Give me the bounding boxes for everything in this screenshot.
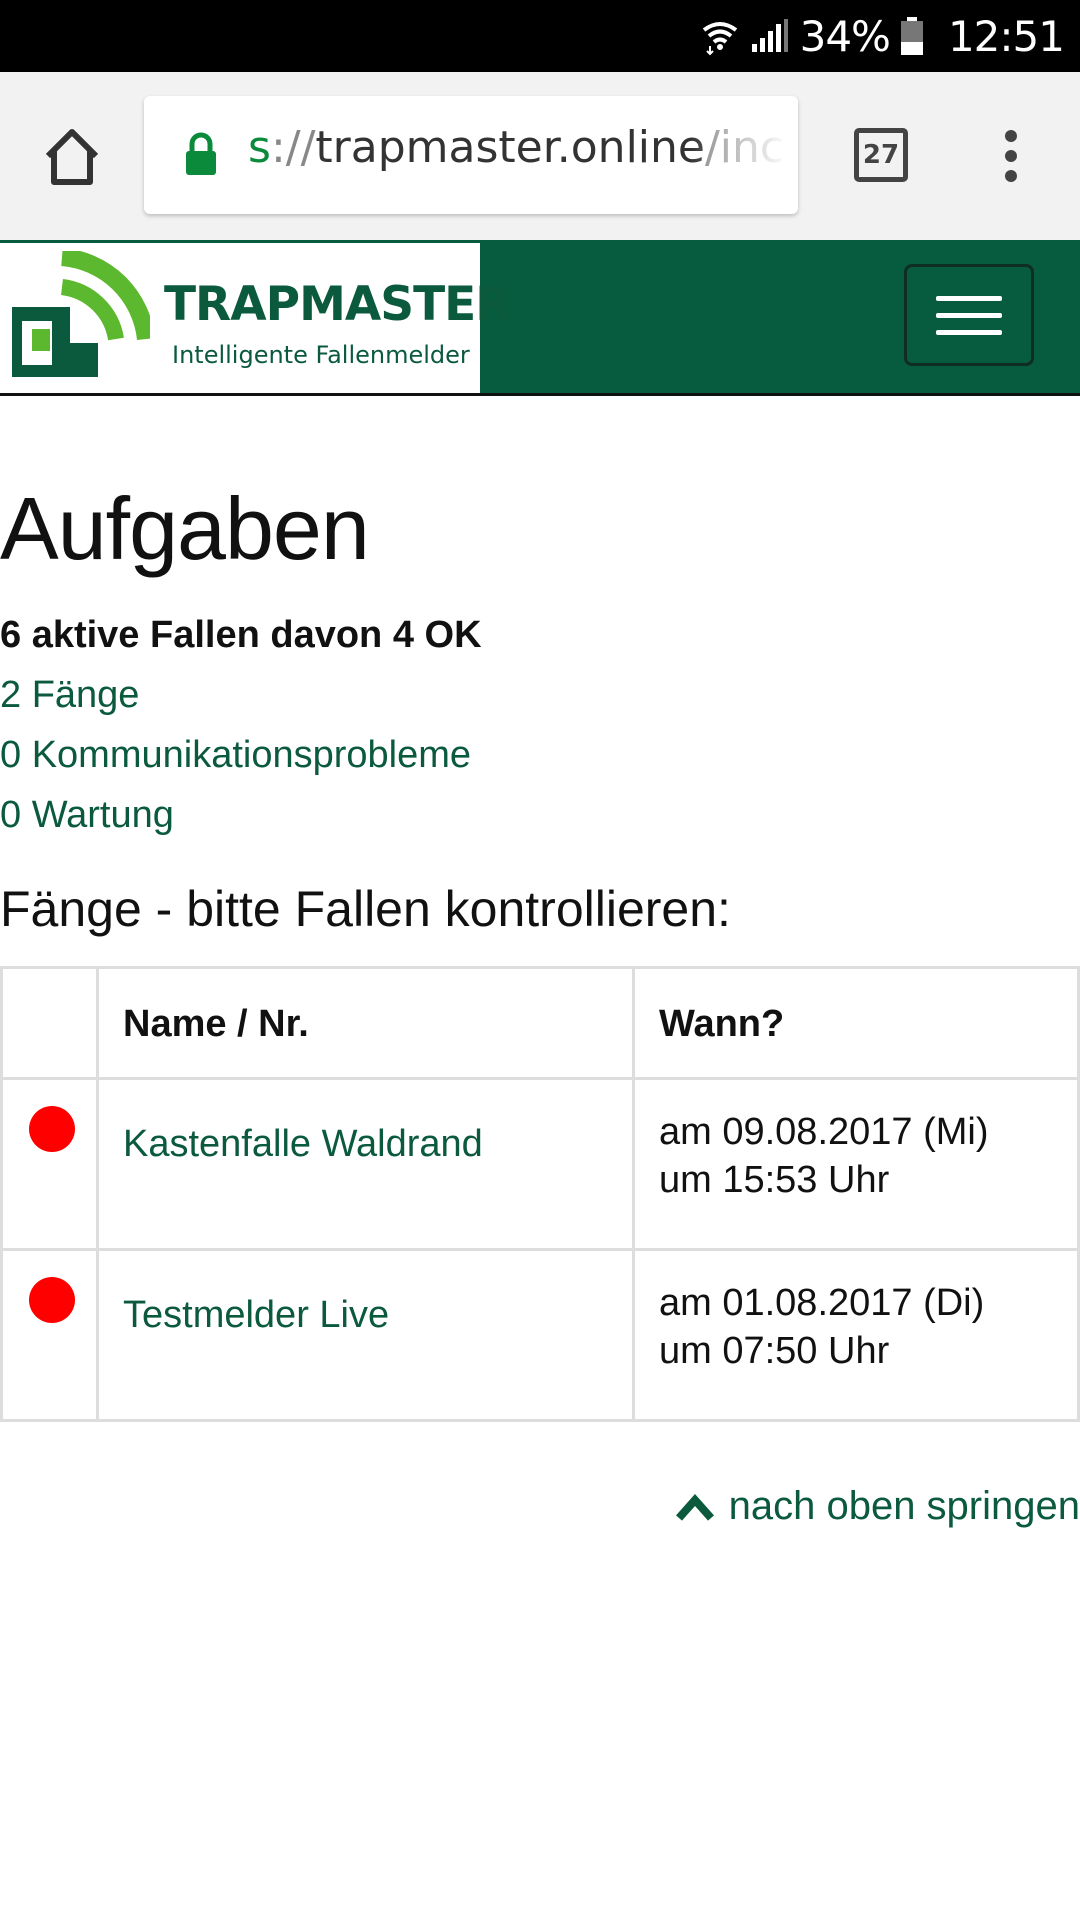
url-host: trapmaster.online (315, 122, 705, 173)
logo-title: TRAPMASTER (164, 277, 511, 332)
battery-percent: 34% (799, 11, 891, 61)
section-heading: Fänge - bitte Fallen kontrollieren: (0, 881, 731, 937)
maintenance-link[interactable]: 0 Wartung (0, 794, 174, 837)
name-cell: Kastenfalle Waldrand (96, 1077, 635, 1251)
status-cell (0, 1248, 99, 1422)
browser-toolbar: s://trapmaster.online/inc 27 (0, 72, 1080, 240)
hamburger-icon-bar (936, 312, 1002, 318)
lock-icon (186, 132, 216, 175)
chevron-up-icon (675, 1493, 714, 1521)
hamburger-icon (936, 295, 1002, 301)
url-path: /inc (704, 122, 785, 173)
table-header-row: Name / Nr. Wann? (0, 966, 1080, 1080)
url-separator: :// (270, 122, 316, 173)
clock: 12:51 (947, 11, 1065, 61)
table-row: Kastenfalle Waldrand am 09.08.2017 (Mi) … (0, 1077, 1080, 1251)
trap-name-link[interactable]: Kastenfalle Waldrand (123, 1123, 483, 1165)
catches-table: Name / Nr. Wann? Kastenfalle Waldrand am… (0, 966, 1080, 1422)
catch-time: um 07:50 Uhr (659, 1330, 890, 1372)
trap-summary: 6 aktive Fallen davon 4 OK (0, 614, 482, 656)
tab-switcher-button[interactable]: 27 (854, 128, 908, 182)
tab-count: 27 (862, 140, 900, 170)
communication-problems-link[interactable]: 0 Kommunikationsprobleme (0, 734, 471, 777)
when-cell: am 01.08.2017 (Di) um 07:50 Uhr (632, 1248, 1080, 1422)
url-bar[interactable]: s://trapmaster.online/inc (144, 96, 798, 214)
catches-link[interactable]: 2 Fänge (0, 674, 139, 717)
when-cell: am 09.08.2017 (Mi) um 15:53 Uhr (632, 1077, 1080, 1251)
logo-subtitle: Intelligente Fallenmelder (172, 341, 470, 369)
status-dot (29, 1106, 75, 1152)
name-column-header: Name / Nr. (96, 966, 635, 1080)
status-column-header (0, 966, 99, 1080)
url-scheme: s (248, 122, 271, 173)
status-bar: 34% 12:51 (0, 0, 1080, 72)
hamburger-menu-button[interactable] (904, 264, 1034, 366)
url-text: s://trapmaster.online/inc (248, 122, 788, 173)
back-to-top-label: nach oben springen (728, 1484, 1080, 1528)
site-header: TRAPMASTER Intelligente Fallenmelder (0, 240, 1080, 396)
menu-dots-icon[interactable] (996, 128, 1026, 184)
back-to-top-link[interactable]: nach oben springen (675, 1484, 1080, 1529)
when-column-header: Wann? (632, 966, 1080, 1080)
status-dot (29, 1277, 75, 1323)
catch-time: um 15:53 Uhr (659, 1159, 890, 1201)
status-cell (0, 1077, 99, 1251)
trap-name-link[interactable]: Testmelder Live (123, 1294, 389, 1336)
home-icon[interactable] (40, 124, 104, 188)
table-row: Testmelder Live am 01.08.2017 (Di) um 07… (0, 1248, 1080, 1422)
hamburger-icon-bar (936, 329, 1002, 335)
logo-mark-icon (12, 251, 150, 377)
battery-icon (900, 17, 923, 55)
logo[interactable]: TRAPMASTER Intelligente Fallenmelder (0, 243, 511, 393)
signal-icon (751, 19, 788, 52)
wifi-icon (702, 22, 737, 56)
name-cell: Testmelder Live (96, 1248, 635, 1422)
page-title: Aufgaben (0, 479, 370, 578)
